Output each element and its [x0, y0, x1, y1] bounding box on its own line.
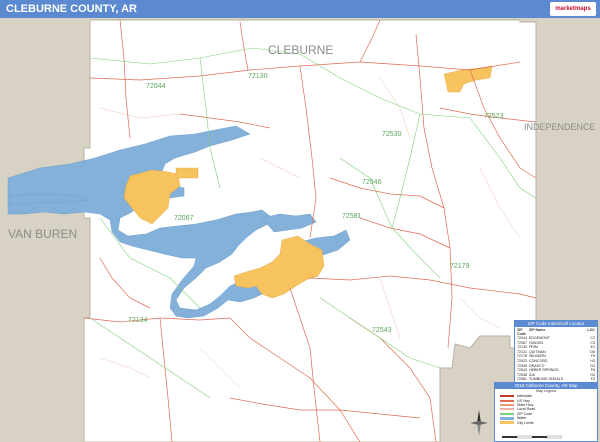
county-label-independence: INDEPENDENCE — [524, 122, 596, 132]
legend-swatch — [500, 395, 514, 398]
brand-logo[interactable]: marketmaps — [550, 2, 596, 16]
scale-bar — [502, 435, 562, 439]
column-header: ZIP Name — [529, 328, 546, 332]
map-title-bar: CLEBURNE COUNTY, AR marketmaps — [0, 0, 600, 18]
legend-label: State Hwy — [517, 402, 534, 407]
county-label-van-buren: VAN BUREN — [8, 227, 77, 241]
legend-label: US Hwy — [517, 398, 530, 403]
legend-label: Water — [517, 416, 527, 421]
legend-swatch — [500, 403, 514, 406]
column-header: ZIP Code — [517, 328, 526, 336]
zip-label: 72134 — [128, 317, 148, 324]
zip-label: 72523 — [484, 113, 504, 120]
city-small — [175, 167, 199, 179]
legend-label: Interstate — [517, 394, 532, 399]
map-legend: 2018 Cleburne County, AR Map Map Legend … — [494, 382, 598, 442]
brand-logo-text: marketmaps — [555, 6, 591, 12]
zip-label: 72581 — [342, 213, 362, 220]
zip-index-columns: ZIP Code ZIP Name LOC — [515, 327, 597, 336]
legend-label: ZIP Code — [517, 411, 533, 416]
legend-swatch — [500, 416, 514, 420]
map-window: CLEBURNE COUNTY, AR marketmaps 72044 721… — [0, 0, 600, 442]
legend-swatch — [500, 399, 514, 402]
legend-label: City Limits — [517, 420, 534, 425]
compass-rose-icon — [470, 410, 488, 436]
zip-label: 72530 — [382, 131, 402, 138]
zip-label: 72546 — [362, 179, 382, 186]
zip-label: 72130 — [248, 73, 268, 80]
legend-label: Local Road — [517, 407, 536, 412]
legend-item: City Limits — [495, 420, 597, 425]
column-header: LOC — [587, 328, 595, 332]
legend-swatch — [500, 408, 514, 411]
county-map[interactable]: 72044 72130 72530 72523 72546 72067 7258… — [0, 18, 600, 442]
map-title: CLEBURNE COUNTY, AR — [6, 3, 137, 15]
county-label-cleburne: CLEBURNE — [268, 43, 333, 57]
zip-label: 72067 — [174, 215, 194, 222]
zip-label: 72179 — [450, 263, 470, 270]
legend-swatch — [500, 412, 514, 415]
legend-swatch — [500, 421, 514, 425]
zip-label: 72543 — [372, 327, 392, 334]
zip-label: 72044 — [146, 83, 166, 90]
